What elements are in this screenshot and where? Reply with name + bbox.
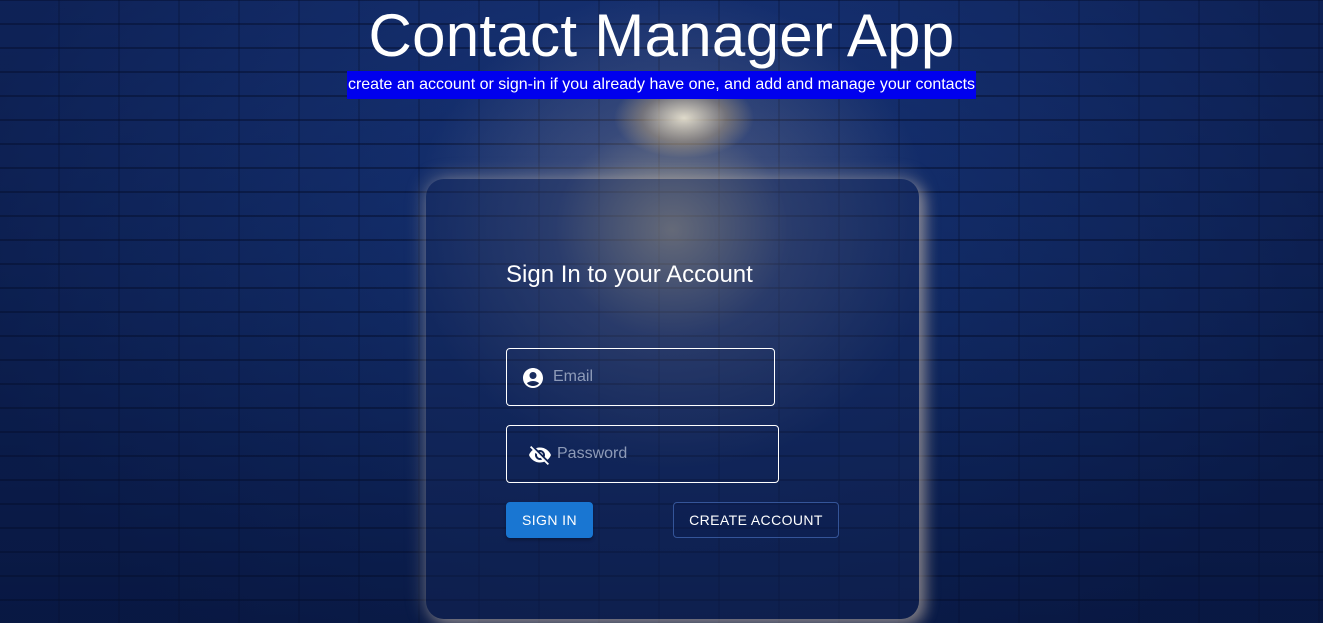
eye-off-icon[interactable]	[528, 443, 552, 467]
signin-title: Sign In to your Account	[506, 261, 753, 288]
password-field[interactable]	[506, 425, 779, 483]
signin-card: Sign In to your Account SIGN IN CREATE A…	[426, 179, 919, 619]
create-account-button[interactable]: CREATE ACCOUNT	[673, 502, 839, 538]
subtitle-container: create an account or sign-in if you alre…	[0, 71, 1323, 99]
email-input[interactable]	[553, 349, 763, 405]
app-title: Contact Manager App	[368, 2, 955, 69]
password-input[interactable]	[557, 426, 767, 482]
app-subtitle: create an account or sign-in if you alre…	[346, 71, 977, 99]
account-circle-icon	[523, 368, 543, 388]
email-field[interactable]	[506, 348, 775, 406]
sign-in-button[interactable]: SIGN IN	[506, 502, 593, 538]
